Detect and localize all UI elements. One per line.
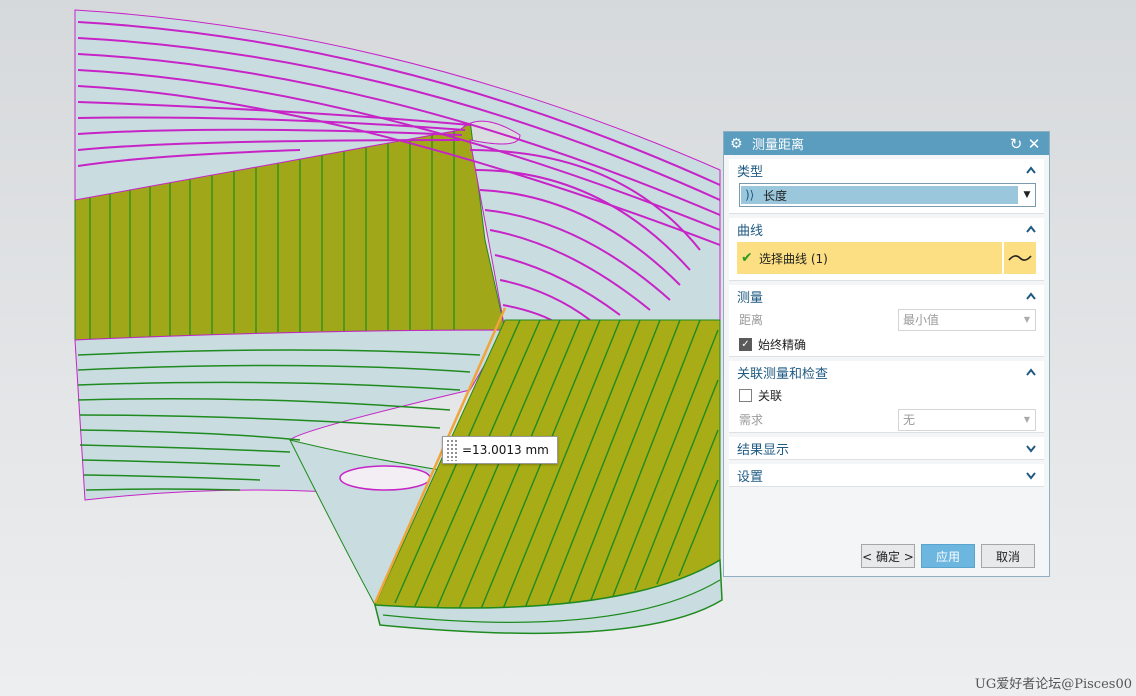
result-section-header[interactable]: 结果显示 xyxy=(729,437,1044,459)
assoc-label: 关联 xyxy=(758,388,783,403)
measure-distance-dialog: ⚙ 测量距离 ↻ ✕ 类型 )⟩ 长度 ▼ 曲线 ✔ 选择曲线 (1) 测量 距… xyxy=(723,131,1050,577)
inner-hole xyxy=(339,465,431,491)
measurement-value: =13.0013 mm xyxy=(462,443,549,457)
requirement-row: 需求 无 ▼ xyxy=(729,407,1044,432)
cancel-button[interactable]: 取消 xyxy=(981,544,1035,568)
ok-button[interactable]: < 确定 > xyxy=(861,544,915,568)
select-curve-label: 选择曲线 (1) xyxy=(759,251,828,266)
settings-section: 设置 xyxy=(729,464,1044,487)
type-dropdown[interactable]: )⟩ 长度 ▼ xyxy=(739,183,1036,207)
curve-picker-button[interactable] xyxy=(1004,242,1036,274)
requirement-dropdown-value: 无 xyxy=(903,413,916,427)
assoc-section-label: 关联测量和检查 xyxy=(737,366,829,382)
measure-section-header[interactable]: 测量 xyxy=(729,285,1044,307)
distance-label: 距离 xyxy=(739,313,764,327)
select-curve-field[interactable]: ✔ 选择曲线 (1) xyxy=(737,242,1002,274)
type-section-header[interactable]: 类型 xyxy=(729,159,1044,181)
type-section-label: 类型 xyxy=(737,164,764,180)
measurement-annotation[interactable]: =13.0013 mm xyxy=(442,436,558,464)
close-icon[interactable]: ✕ xyxy=(1025,135,1043,153)
dropdown-arrow-icon: ▼ xyxy=(1023,315,1031,324)
chevron-up-icon[interactable] xyxy=(1024,163,1038,177)
always-accurate-row[interactable]: ✓ 始终精确 xyxy=(729,332,1044,356)
assoc-row[interactable]: 关联 xyxy=(729,383,1044,407)
checkmark-icon: ✔ xyxy=(741,250,753,266)
dialog-buttons: < 确定 > 应用 取消 xyxy=(724,544,1049,568)
gear-icon: ⚙ xyxy=(730,135,743,152)
result-section-label: 结果显示 xyxy=(737,442,790,458)
measure-section-label: 测量 xyxy=(737,290,764,306)
watermark: UG爱好者论坛@Pisces00 xyxy=(974,677,1132,692)
reset-icon[interactable]: ↻ xyxy=(1007,135,1025,153)
chevron-down-icon[interactable] xyxy=(1024,468,1038,482)
result-section: 结果显示 xyxy=(729,437,1044,460)
chevron-down-icon[interactable] xyxy=(1024,441,1038,455)
curve-icon xyxy=(1008,255,1032,261)
curve-section-header[interactable]: 曲线 xyxy=(729,218,1044,240)
dropdown-arrow-icon[interactable]: ▼ xyxy=(1019,190,1035,200)
measure-section: 测量 距离 最小值 ▼ ✓ 始终精确 xyxy=(729,285,1044,357)
length-icon: )⟩ xyxy=(745,188,755,202)
dropdown-arrow-icon: ▼ xyxy=(1023,415,1031,424)
chevron-up-icon[interactable] xyxy=(1024,222,1038,236)
assoc-section-header[interactable]: 关联测量和检查 xyxy=(729,361,1044,383)
chevron-up-icon[interactable] xyxy=(1024,365,1038,379)
settings-section-label: 设置 xyxy=(737,469,764,485)
assoc-section: 关联测量和检查 关联 需求 无 ▼ xyxy=(729,361,1044,433)
select-curve-row[interactable]: ✔ 选择曲线 (1) xyxy=(737,242,1036,274)
type-dropdown-selected: )⟩ 长度 xyxy=(741,186,1018,204)
assoc-checkbox[interactable] xyxy=(739,388,752,402)
dialog-titlebar[interactable]: ⚙ 测量距离 ↻ ✕ xyxy=(724,132,1049,155)
requirement-dropdown[interactable]: 无 ▼ xyxy=(898,408,1036,431)
curve-section: 曲线 ✔ 选择曲线 (1) xyxy=(729,218,1044,281)
distance-row: 距离 最小值 ▼ xyxy=(729,307,1044,332)
apply-button[interactable]: 应用 xyxy=(921,544,975,568)
always-accurate-label: 始终精确 xyxy=(758,337,807,352)
always-accurate-checkbox[interactable]: ✓ xyxy=(739,337,752,351)
distance-dropdown[interactable]: 最小值 ▼ xyxy=(898,308,1036,331)
requirement-label: 需求 xyxy=(739,413,764,427)
dialog-title: 测量距离 xyxy=(752,138,805,153)
distance-dropdown-value: 最小值 xyxy=(903,313,940,327)
curve-section-label: 曲线 xyxy=(737,223,764,239)
type-dropdown-value: 长度 xyxy=(763,188,788,203)
type-section: 类型 )⟩ 长度 ▼ xyxy=(729,159,1044,214)
chevron-up-icon[interactable] xyxy=(1024,289,1038,303)
drag-grip-icon[interactable] xyxy=(446,439,458,461)
settings-section-header[interactable]: 设置 xyxy=(729,464,1044,486)
